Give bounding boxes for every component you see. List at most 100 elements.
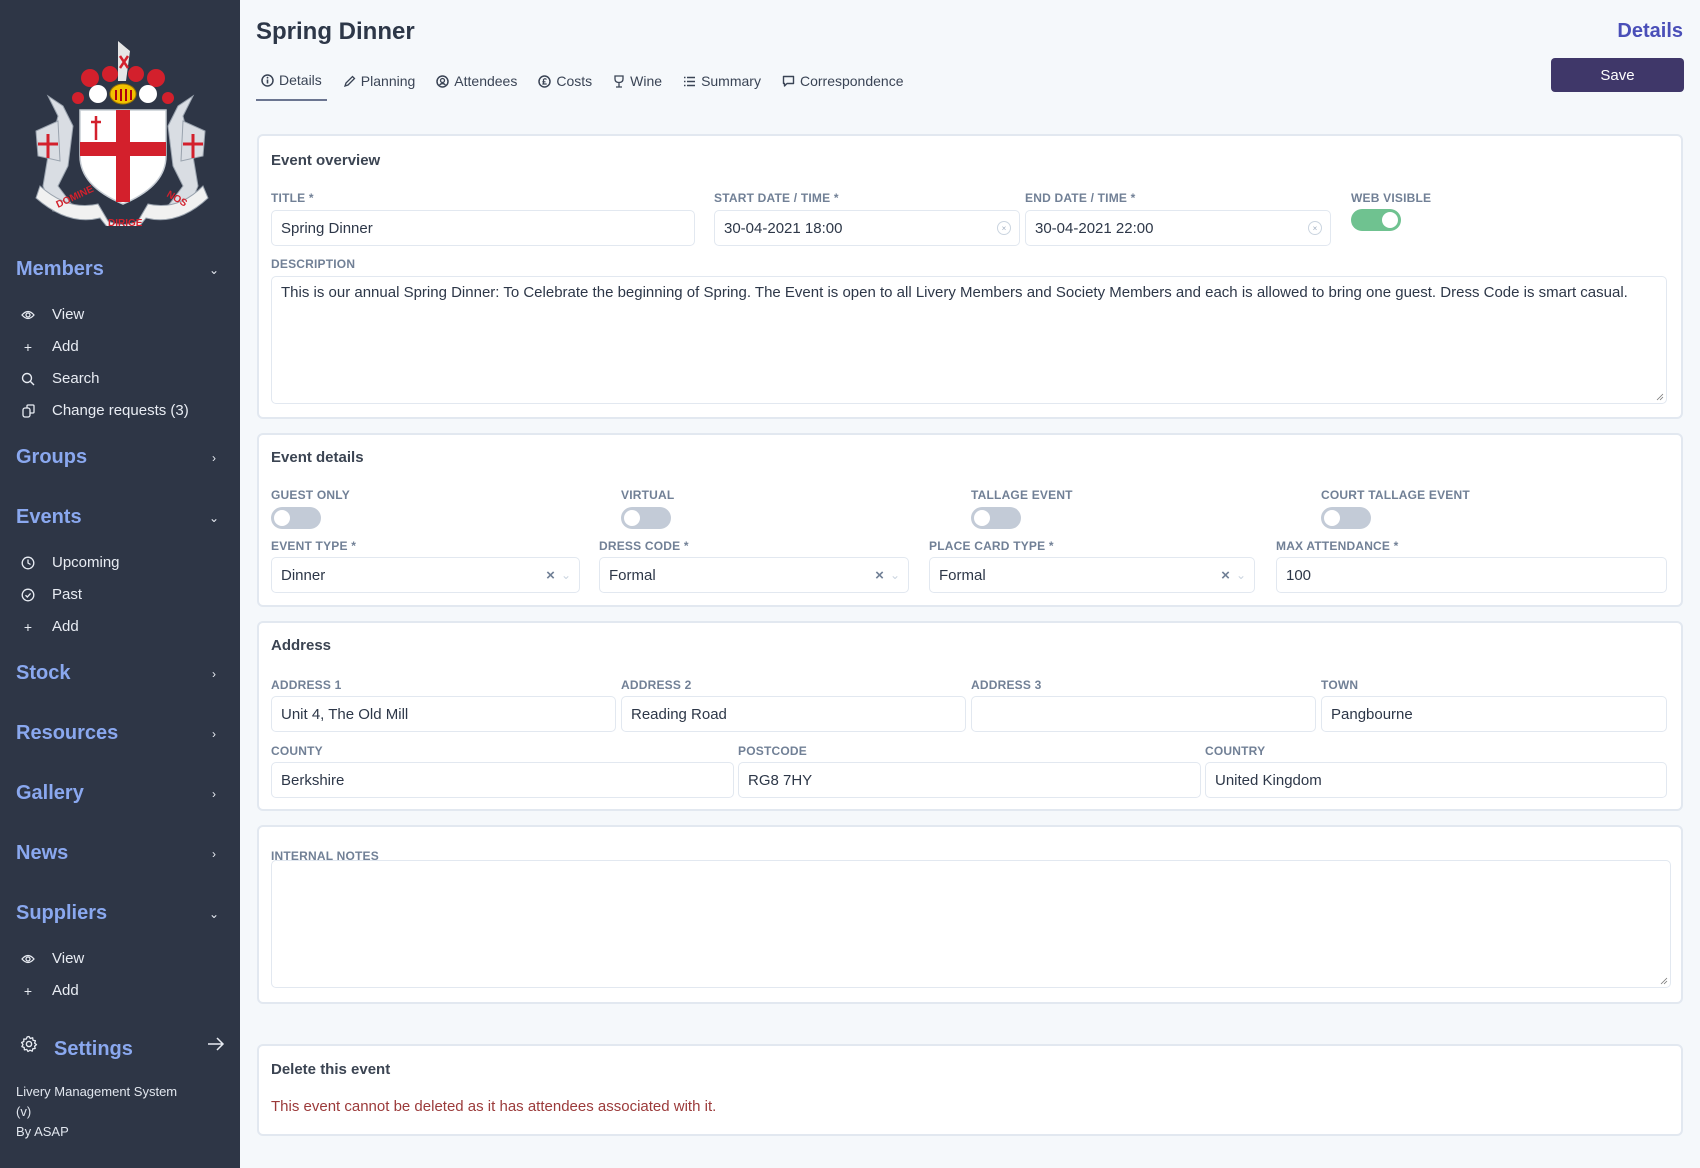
tallage-event-toggle[interactable] xyxy=(971,507,1021,529)
end-date-input[interactable]: 30-04-2021 22:00 × xyxy=(1025,210,1331,246)
country-value: United Kingdom xyxy=(1215,771,1322,789)
nav-item-members-view[interactable]: View xyxy=(20,306,84,323)
nav-item-events-add[interactable]: + Add xyxy=(20,618,79,635)
address3-input[interactable] xyxy=(971,696,1316,732)
title-input[interactable]: Spring Dinner xyxy=(271,210,695,246)
copy-icon xyxy=(20,403,36,419)
nav-item-members-change-requests[interactable]: Change requests (3) xyxy=(20,402,189,419)
tab-summary[interactable]: Summary xyxy=(678,72,766,101)
start-date-label: START DATE / TIME * xyxy=(714,191,839,205)
start-date-value: 30-04-2021 18:00 xyxy=(724,219,843,237)
event-type-label: EVENT TYPE * xyxy=(271,539,357,553)
town-label: TOWN xyxy=(1321,678,1359,692)
coat-of-arms-logo[interactable]: DOMINE DIRIGE NOS xyxy=(18,36,223,226)
end-date-value: 30-04-2021 22:00 xyxy=(1035,219,1154,237)
chevron-down-icon: ⌄ xyxy=(889,568,900,582)
description-textarea[interactable]: This is our annual Spring Dinner: To Cel… xyxy=(271,276,1667,404)
resize-handle-icon[interactable] xyxy=(1656,393,1664,401)
clear-selection-icon[interactable]: × xyxy=(875,567,884,584)
nav-item-members-add[interactable]: + Add xyxy=(20,338,79,355)
internal-notes-card: INTERNAL NOTES xyxy=(257,825,1683,1004)
max-attendance-input[interactable]: 100 xyxy=(1276,557,1667,593)
max-attendance-value: 100 xyxy=(1286,566,1312,584)
start-date-input[interactable]: 30-04-2021 18:00 × xyxy=(714,210,1020,246)
dress-code-select[interactable]: Formal × ⌄ xyxy=(599,557,909,593)
chevron-down-icon: ⌄ xyxy=(560,568,571,582)
county-input[interactable]: Berkshire xyxy=(271,762,734,798)
tab-label: Attendees xyxy=(454,73,518,89)
nav-section-label: Resources xyxy=(16,722,119,744)
tab-details[interactable]: Details xyxy=(256,72,327,101)
nav-item-events-upcoming[interactable]: Upcoming xyxy=(20,554,120,571)
chevron-down-icon: ⌄ xyxy=(208,510,220,525)
clear-icon[interactable]: × xyxy=(1308,221,1322,235)
tab-wine[interactable]: Wine xyxy=(608,72,667,101)
nav-section-members[interactable]: Members ⌄ xyxy=(16,258,226,281)
delete-event-card: Delete this event This event cannot be d… xyxy=(257,1044,1683,1136)
court-tallage-event-label: COURT TALLAGE EVENT xyxy=(1321,488,1470,502)
pound-icon xyxy=(538,74,552,88)
nav-section-gallery[interactable]: Gallery › xyxy=(16,782,226,805)
nav-section-events[interactable]: Events ⌄ xyxy=(16,506,226,529)
clear-selection-icon[interactable]: × xyxy=(546,567,555,584)
guest-only-label: GUEST ONLY xyxy=(271,488,350,502)
dress-code-value: Formal xyxy=(609,566,656,584)
nav-item-suppliers-add[interactable]: + Add xyxy=(20,982,79,999)
address2-input[interactable]: Reading Road xyxy=(621,696,966,732)
tab-attendees[interactable]: Attendees xyxy=(431,72,522,101)
nav-section-resources[interactable]: Resources › xyxy=(16,722,226,745)
nav-item-label: Change requests (3) xyxy=(52,402,189,419)
dress-code-label: DRESS CODE * xyxy=(599,539,689,553)
clear-selection-icon[interactable]: × xyxy=(1221,567,1230,584)
card-heading: Event details xyxy=(271,449,364,466)
info-icon xyxy=(261,73,274,87)
nav-section-label: Stock xyxy=(16,662,71,684)
guest-only-toggle[interactable] xyxy=(271,507,321,529)
nav-item-label: View xyxy=(52,950,85,967)
virtual-label: VIRTUAL xyxy=(621,488,675,502)
plus-icon: + xyxy=(23,982,33,999)
nav-item-suppliers-view[interactable]: View xyxy=(20,950,84,967)
nav-item-events-past[interactable]: Past xyxy=(20,586,82,603)
nav-section-label: Suppliers xyxy=(16,902,108,924)
internal-notes-textarea[interactable] xyxy=(271,860,1671,988)
tab-correspondence[interactable]: Correspondence xyxy=(777,72,909,101)
nav-section-stock[interactable]: Stock › xyxy=(16,662,226,685)
pencil-icon xyxy=(343,75,356,88)
nav-section-news[interactable]: News › xyxy=(16,842,226,865)
footer-version: (v) xyxy=(16,1104,32,1119)
nav-settings[interactable]: Settings xyxy=(20,1032,225,1061)
nav-section-suppliers[interactable]: Suppliers ⌄ xyxy=(16,902,226,925)
tab-planning[interactable]: Planning xyxy=(338,72,421,101)
nav-section-groups[interactable]: Groups › xyxy=(16,446,226,469)
clear-icon[interactable]: × xyxy=(997,221,1011,235)
chevron-right-icon: › xyxy=(212,846,216,861)
address1-input[interactable]: Unit 4, The Old Mill xyxy=(271,696,616,732)
address1-value: Unit 4, The Old Mill xyxy=(281,705,409,723)
tab-costs[interactable]: Costs xyxy=(533,72,597,101)
check-circle-icon xyxy=(20,587,36,603)
page-title: Spring Dinner xyxy=(256,18,415,45)
resize-handle-icon[interactable] xyxy=(1660,977,1668,985)
town-input[interactable]: Pangbourne xyxy=(1321,696,1667,732)
footer-vendor: By ASAP xyxy=(16,1124,69,1139)
postcode-input[interactable]: RG8 7HY xyxy=(738,762,1201,798)
virtual-toggle[interactable] xyxy=(621,507,671,529)
settings-label: Settings xyxy=(54,1038,133,1060)
save-button[interactable]: Save xyxy=(1551,58,1684,92)
title-label: TITLE * xyxy=(271,191,314,205)
arrow-right-icon[interactable] xyxy=(207,1037,225,1056)
court-tallage-event-toggle[interactable] xyxy=(1321,507,1371,529)
nav-item-members-search[interactable]: Search xyxy=(20,370,100,387)
chat-icon xyxy=(782,75,795,88)
card-heading: Address xyxy=(271,637,332,654)
tallage-event-label: TALLAGE EVENT xyxy=(971,488,1073,502)
place-card-type-select[interactable]: Formal × ⌄ xyxy=(929,557,1255,593)
nav-section-label: Groups xyxy=(16,446,88,468)
chevron-down-icon: ⌄ xyxy=(208,906,220,921)
event-type-select[interactable]: Dinner × ⌄ xyxy=(271,557,580,593)
toggle-knob xyxy=(624,510,640,526)
clock-icon xyxy=(20,555,36,571)
web-visible-toggle[interactable] xyxy=(1351,209,1401,231)
country-input[interactable]: United Kingdom xyxy=(1205,762,1667,798)
